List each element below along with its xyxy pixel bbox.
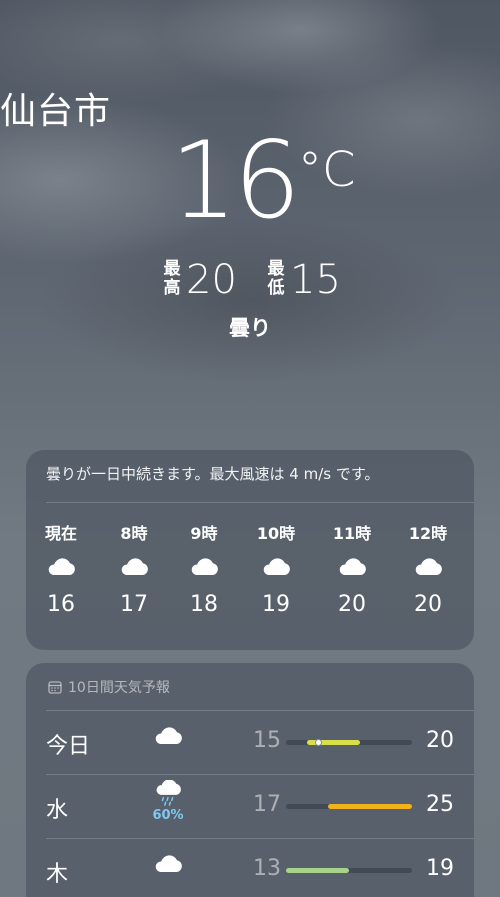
hour-temperature: 17 (120, 592, 148, 617)
temperature-range-bar (286, 804, 412, 809)
cloud-icon (174, 548, 234, 584)
cloud-icon (322, 548, 382, 584)
temperature-unit: °C (298, 142, 356, 198)
hourly-item: 11時 20 (322, 520, 382, 617)
cloud-icon (398, 548, 458, 584)
divider (46, 502, 474, 503)
cloud-icon (146, 852, 190, 878)
ten-day-forecast-card[interactable]: 10日間天気予報 今日 15 20 水 60% 17 25 木 13 19 (26, 663, 474, 897)
high-temperature: 19 (426, 856, 454, 881)
ten-day-header: 10日間天気予報 (48, 677, 170, 697)
cloud-icon (31, 548, 91, 584)
day-label: 今日 (46, 734, 91, 759)
temperature-range-bar (286, 739, 412, 746)
day-label: 水 (46, 798, 69, 823)
high-label: 最高 (163, 259, 181, 298)
hour-temperature: 20 (338, 592, 366, 617)
hour-label: 8時 (120, 524, 148, 543)
high-temperature: 20 (186, 257, 237, 303)
current-temperature: 16 (170, 119, 301, 242)
current-temperature-dot (314, 739, 322, 746)
high-low: 最高 20 最低 15 (0, 256, 500, 306)
daily-row[interactable]: 今日 15 20 (26, 710, 474, 774)
low-temperature: 15 (253, 728, 281, 753)
day-label: 木 (46, 862, 69, 887)
condition-text: 曇り (229, 316, 271, 340)
daily-row[interactable]: 水 60% 17 25 (26, 774, 474, 838)
hour-temperature: 19 (262, 592, 290, 617)
hour-temperature: 16 (47, 592, 75, 617)
hourly-item: 12時 20 (398, 520, 458, 617)
temperature-range-fill (286, 868, 349, 873)
cloud-icon (104, 548, 164, 584)
temperature-range-bar (286, 868, 412, 873)
hour-label: 12時 (408, 524, 448, 543)
low-label: 最低 (267, 259, 285, 298)
low-temperature: 13 (253, 856, 281, 881)
hour-label: 9時 (190, 524, 218, 543)
hourly-item: 9時 18 (174, 520, 234, 617)
hour-temperature: 18 (190, 592, 218, 617)
hourly-forecast-card[interactable]: 曇りが一日中続きます。最大風速は 4 m/s です。 現在 16 8時 17 9時 18 1… (26, 450, 474, 650)
high-temperature: 25 (426, 792, 454, 817)
high-temperature: 20 (426, 728, 454, 753)
hourly-item: 10時 19 (246, 520, 306, 617)
rain-cloud-icon: 60% (146, 779, 190, 823)
hour-label: 現在 (44, 524, 77, 543)
low-temperature: 15 (290, 257, 341, 303)
ten-day-title: 10日間天気予報 (68, 680, 170, 696)
calendar-icon (48, 681, 62, 694)
precipitation-chance: 60% (152, 808, 184, 823)
hourly-item: 現在 16 (31, 520, 91, 617)
temperature-range-fill (328, 804, 412, 809)
cloud-icon (146, 724, 190, 750)
hour-label: 11時 (332, 524, 372, 543)
hour-label: 10時 (256, 524, 296, 543)
daily-row[interactable]: 木 13 19 (26, 838, 474, 897)
forecast-summary: 曇りが一日中続きます。最大風速は 4 m/s です。 (46, 465, 380, 483)
low-temperature: 17 (253, 792, 281, 817)
cloud-icon (246, 548, 306, 584)
hour-temperature: 20 (414, 592, 442, 617)
hourly-item: 8時 17 (104, 520, 164, 617)
